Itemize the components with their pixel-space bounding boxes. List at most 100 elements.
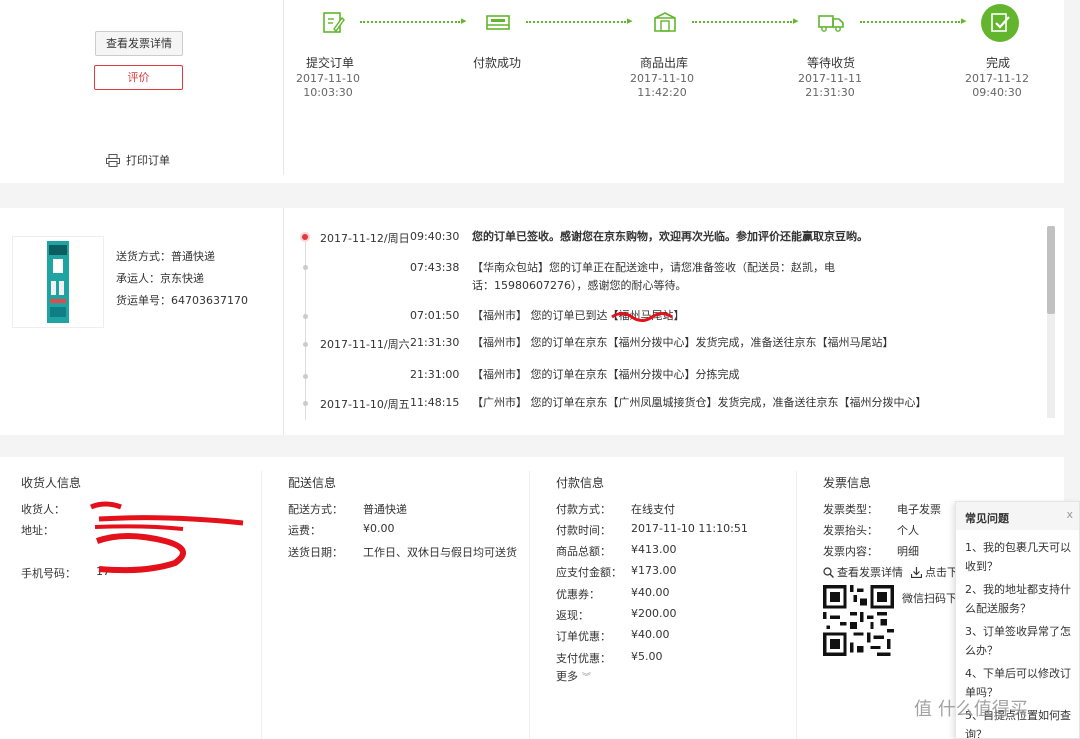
step-label: 商品出库 [639,56,688,70]
progress-connector [692,21,792,23]
delivery-value: ¥0.00 [363,522,395,535]
timeline-message: 【福州市】 您的订单已到达【福州马尾站】 [472,309,685,322]
view-invoice-detail-link[interactable]: 查看发票详情 [823,564,903,580]
step-date: 2017-11-12 [965,72,1029,85]
faq-item[interactable]: 3、订单签收异常了怎么办？ [956,622,1079,660]
timeline-time: 21:31:30 [410,336,460,349]
timeline-dot [303,265,308,270]
print-order-link[interactable]: 打印订单 [106,152,170,168]
divider [529,471,530,739]
submit-order-icon [320,9,346,38]
step-date: 2017-11-11 [798,72,862,85]
watermark-text: 值 什么值得买 [914,699,1028,720]
delivery-key: 送货日期： [288,546,343,559]
redaction-scribble [611,312,673,322]
review-button[interactable]: 评价 [94,65,183,90]
divider [796,471,797,739]
chevron-down-icon: ︾ [582,672,592,683]
payment-key: 支付优惠： [556,652,611,665]
step-date: 2017-11-10 [296,72,360,85]
download-invoice-link[interactable]: 点击下 [911,564,958,580]
receiver-title: 收货人信息 [21,476,82,490]
timeline-dot [303,342,308,347]
invoice-key: 发票抬头： [823,524,878,537]
step-date: 2017-11-10 [630,72,694,85]
progress-connector [526,21,626,23]
payment-key: 商品总额： [556,545,611,558]
step-label: 提交订单 [305,56,354,70]
timeline-message: 您的订单已签收。感谢您在京东购物，欢迎再次光临。参加评价还能赢取京豆哟。 [472,230,868,243]
payment-value: 2017-11-10 11:10:51 [631,522,748,535]
payment-key: 付款方式： [556,503,611,516]
invoice-value: 明细 [897,545,919,558]
invoice-qr-code[interactable] [823,585,894,656]
payment-key: 订单优惠： [556,630,611,643]
faq-item[interactable]: 1、我的包裹几天可以收到？ [956,538,1079,576]
chevron-right-icon: ▸ [461,14,467,27]
redaction-scribble [90,501,244,574]
delivery-key: 运费： [288,524,321,537]
step-time: 09:40:30 [972,86,1022,99]
receiver-address-key: 地址： [21,524,54,537]
timeline-time: 07:01:50 [410,309,460,322]
timeline-scrollbar-thumb[interactable] [1047,226,1055,314]
invoice-key: 发票内容： [823,545,878,558]
receiver-name-key: 收货人： [21,503,65,516]
payment-title: 付款信息 [556,476,605,490]
step-time: 10:03:30 [303,86,353,99]
printer-icon [106,153,120,167]
timeline-dot [303,314,308,319]
download-icon [911,566,922,578]
timeline-time: 11:48:15 [410,396,460,409]
divider [261,471,262,739]
close-icon[interactable]: x [1066,508,1073,521]
warehouse-box-icon [652,9,678,38]
progress-connector [860,21,960,23]
delivery-value: 普通快递 [363,503,407,516]
payment-value: ¥40.00 [631,586,670,599]
shipping-carrier: 承运人：京东快递 [116,272,204,285]
chevron-right-icon: ▸ [627,14,633,27]
faq-item[interactable]: 2、我的地址都支持什么配送服务？ [956,580,1079,618]
timeline-date: 2017-11-10/周五 [320,398,410,411]
step-time: 21:31:30 [805,86,855,99]
view-invoice-button[interactable]: 查看发票详情 [95,31,183,56]
payment-card-icon [485,9,511,38]
timeline-time: 07:43:38 [410,261,460,274]
print-order-label: 打印订单 [126,154,170,167]
view-invoice-detail-label: 查看发票详情 [837,566,903,579]
progress-connector [360,21,460,23]
invoice-value: 电子发票 [897,503,941,516]
search-icon [823,566,834,578]
chevron-right-icon: ▸ [961,14,967,27]
timeline-time: 21:31:00 [410,368,460,381]
timeline-date: 2017-11-12/周日 [320,232,410,245]
payment-key: 应支付金额： [556,566,622,579]
complete-check-icon [981,4,1019,42]
order-progress-panel: 查看发票详情 评价 打印订单 ▸ ▸ ▸ ▸ 提交订单 2017-11-10 1… [0,0,1064,183]
divider [283,208,284,435]
wechat-scan-label: 微信扫码下 [902,592,957,605]
delivery-value: 工作日、双休日与假日均可送货 [363,546,517,559]
tracking-panel: 送货方式：普通快递 承运人：京东快递 货运单号：64703637170 2017… [0,208,1064,435]
step-time: 11:42:20 [637,86,687,99]
payment-value: ¥40.00 [631,628,670,641]
chevron-right-icon: ▸ [793,14,799,27]
tracking-number: 货运单号：64703637170 [116,294,248,307]
product-thumbnail[interactable] [12,236,104,328]
payment-key: 优惠券： [556,588,600,601]
order-info-panel: 收货人信息 收货人： 地址： 手机号码： 17 配送信息 配送方式： 普通快递 … [0,457,1064,739]
payment-value: ¥413.00 [631,543,677,556]
payment-value: 在线支付 [631,503,675,516]
watermark: 值 什么值得买 [914,695,1028,721]
invoice-title: 发票信息 [823,476,872,490]
faq-title: 常见问题 [965,512,1009,525]
payment-value: ¥200.00 [631,607,677,620]
payment-more-label: 更多 [556,670,578,683]
step-label: 等待收货 [806,56,855,70]
timeline-time: 09:40:30 [410,230,460,243]
timeline-date: 2017-11-11/周六 [320,338,410,351]
payment-more-link[interactable]: 更多 ︾ [556,668,591,684]
timeline-dot [303,401,308,406]
timeline-dot [303,374,308,379]
